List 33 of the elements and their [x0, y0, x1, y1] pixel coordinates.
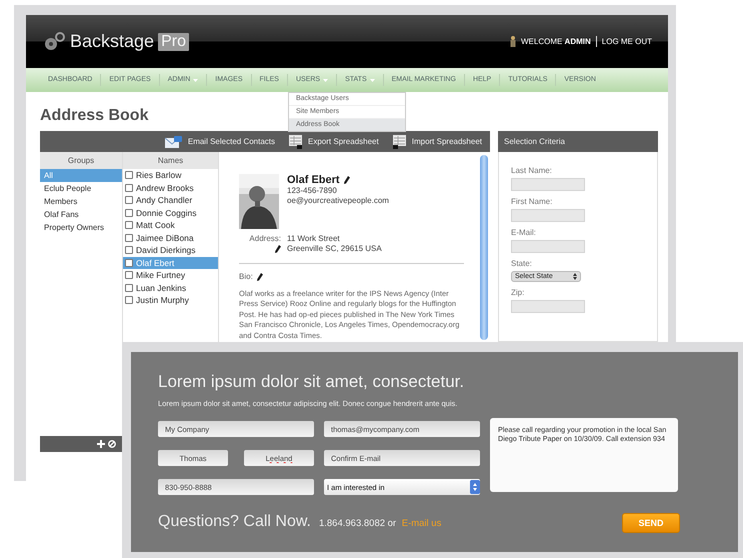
- bio-label: Bio:: [239, 272, 253, 281]
- name-label: Andy Chandler: [136, 195, 192, 206]
- address-label: Address:: [249, 234, 281, 243]
- logo-badge: Pro: [158, 32, 189, 50]
- contact-name: Olaf Ebert: [287, 174, 340, 186]
- contact-line: 1.864.963.8082 or E-mail us: [318, 518, 442, 529]
- column-header: Groups: [40, 152, 122, 169]
- field-label: Last Name:: [511, 166, 553, 175]
- page-title: Address Book: [40, 107, 148, 125]
- name-label: Justin Murphy: [136, 295, 189, 306]
- form-heading: Lorem ipsum dolor sit amet, consectetur.: [158, 372, 466, 392]
- name-label: Matt Cook: [136, 220, 175, 230]
- panel-title: Selection Criteria: [498, 131, 658, 152]
- address-line: 11 Work Street: [287, 234, 341, 244]
- call-heading: Questions? Call Now.: [158, 513, 311, 531]
- field-label: First Name:: [511, 197, 554, 206]
- name-label: Ries Barlow: [136, 170, 182, 180]
- name-label: Olaf Ebert: [136, 258, 174, 268]
- field-label: E-Mail:: [511, 228, 537, 237]
- field-label: Zip:: [511, 288, 526, 297]
- contact-email: oe@yourcreativepeople.com: [287, 196, 389, 206]
- logo-text: Backstage: [70, 31, 154, 52]
- name-label: David Dierkings: [136, 245, 196, 256]
- name-label: Luan Jenkins: [136, 282, 186, 293]
- name-label: Mike Furtney: [136, 270, 186, 280]
- welcome-text: WELCOME ADMIN: [520, 37, 591, 46]
- address-line: Greenville SC, 29615 USA: [287, 244, 382, 254]
- column-header: Names: [123, 152, 218, 169]
- name-label: Andrew Brooks: [136, 182, 194, 193]
- field-label: State:: [511, 259, 533, 268]
- contact-phone: 123-456-7890: [287, 186, 338, 196]
- name-label: Jaimee DiBona: [136, 232, 194, 243]
- name-label: Donnie Coggins: [136, 208, 196, 218]
